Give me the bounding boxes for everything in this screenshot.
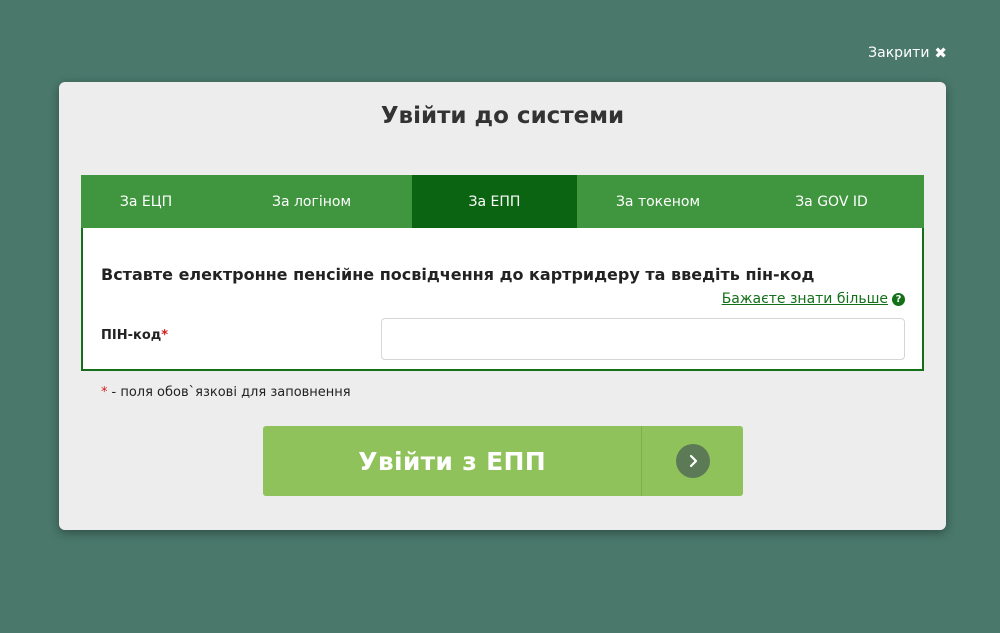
modal-title: Увійти до системи: [380, 103, 625, 129]
panel-instruction: Вставте електронне пенсійне посвідчення …: [101, 265, 815, 284]
epp-panel: Вставте електронне пенсійне посвідчення …: [81, 228, 924, 371]
tab-gov-id[interactable]: За GOV ID: [739, 175, 924, 228]
required-note-asterisk: *: [101, 385, 108, 400]
tab-epp[interactable]: За ЕПП: [412, 175, 577, 228]
submit-arrow-box: [641, 426, 743, 496]
required-fields-note: * - поля обов`язкові для заповнення: [101, 385, 351, 400]
pin-label-text: ПІН-код: [101, 328, 162, 343]
tab-login[interactable]: За логіном: [211, 175, 412, 228]
login-epp-button[interactable]: Увійти з ЕПП: [263, 426, 743, 496]
login-epp-label: Увійти з ЕПП: [358, 446, 546, 476]
question-circle-icon: ?: [892, 292, 905, 306]
login-modal: Увійти до системи За ЕЦП За логіном За Е…: [59, 82, 946, 530]
required-note-text: - поля обов`язкові для заповнення: [111, 385, 351, 400]
tab-token[interactable]: За токеном: [577, 175, 739, 228]
pin-input[interactable]: [381, 318, 905, 360]
learn-more-link[interactable]: Бажаєте знати більше ?: [722, 291, 905, 307]
pin-label: ПІН-код*: [101, 328, 168, 343]
learn-more-label: Бажаєте знати більше: [721, 291, 888, 307]
chevron-right-icon: [675, 444, 710, 478]
close-icon: ✖: [934, 43, 947, 62]
required-asterisk: *: [161, 328, 169, 343]
close-label: Закрити: [868, 45, 930, 61]
login-method-tabs: За ЕЦП За логіном За ЕПП За токеном За G…: [81, 175, 924, 228]
close-button[interactable]: Закрити ✖: [868, 45, 947, 61]
tab-ecp[interactable]: За ЕЦП: [81, 175, 211, 228]
